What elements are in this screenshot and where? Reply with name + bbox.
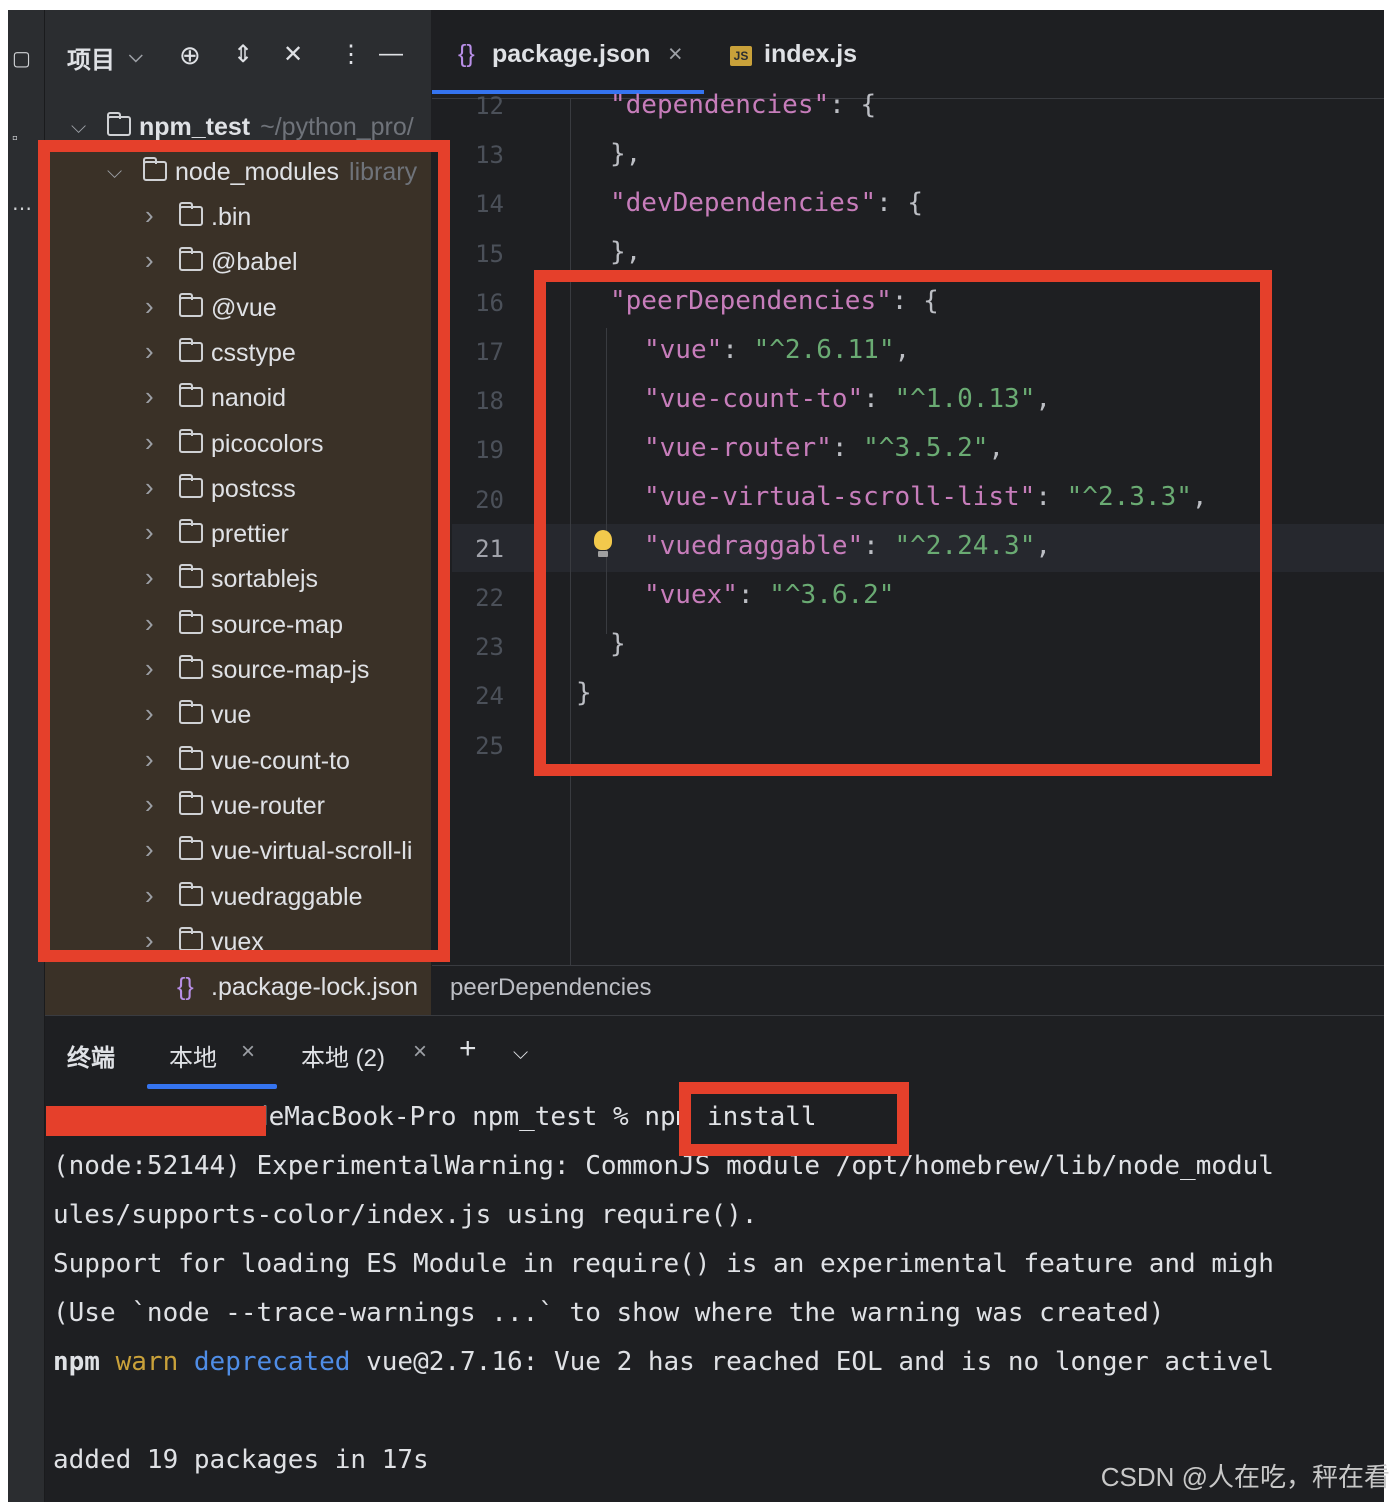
json-file-icon: {} [177,973,194,1001]
terminal-line: (Use `node --trace-warnings ...` to show… [53,1298,1165,1328]
breadcrumb: peerDependencies [432,965,1384,1016]
tab-package-json[interactable]: package.json [492,40,650,69]
line-number: 20 [475,485,504,514]
folder-icon [107,112,131,136]
project-panel-header: 项目 ⌵ ⊕ ⇕ ✕ ⋮ — [45,10,431,98]
chevron-down-icon[interactable]: ⌵ [513,1042,528,1065]
code-line-12[interactable]: "dependencies": { [610,90,876,120]
line-number: 17 [475,338,504,366]
annotation-box [534,270,1272,776]
breadcrumb-item[interactable]: peerDependencies [450,974,651,1002]
terminal-line: (node:52144) ExperimentalWarning: Common… [53,1151,1274,1181]
tree-root-name: npm_test [139,113,251,141]
terminal-line: added 19 packages in 17s [53,1445,429,1475]
terminal-line: npm warn deprecated vue@2.7.16: Vue 2 ha… [53,1347,1275,1377]
project-tool-icon[interactable]: ▢ [12,46,31,71]
code-line-13[interactable]: }, [610,139,641,169]
add-tab-icon[interactable]: + [459,1032,477,1066]
line-number: 16 [475,288,504,317]
json-file-icon: {} [458,40,475,68]
options-icon[interactable]: ⋮ [339,40,363,69]
tab-local[interactable]: 本地 [169,1038,217,1073]
locate-icon[interactable]: ⊕ [179,40,201,71]
terminal-line: ules/supports-color/index.js using requi… [53,1200,758,1230]
annotation-box [38,140,450,962]
structure-tool-icon[interactable]: ▫ [12,130,18,148]
lock-file-name: .package-lock.json [211,973,419,1001]
more-tools-icon[interactable]: ⋯ [12,196,32,221]
collapse-all-icon[interactable]: ✕ [283,40,303,69]
code-line-15[interactable]: }, [610,237,641,267]
js-file-icon: JS [730,46,752,66]
terminal-line: Support for loading ES Module in require… [53,1249,1274,1279]
line-number: 12 [475,92,504,120]
close-icon[interactable]: × [668,40,683,69]
terminal-title: 终端 [67,1045,115,1072]
line-number: 25 [475,731,504,760]
tree-row-lock-file[interactable]: {} .package-lock.json [45,968,431,1013]
chevron-down-icon[interactable]: ⌵ [129,46,143,67]
line-number: 13 [475,141,504,170]
expand-all-icon[interactable]: ⇕ [233,40,253,69]
line-number: 23 [475,633,504,662]
chevron-down-icon[interactable]: ⌵ [71,116,86,139]
close-icon[interactable]: × [241,1038,255,1066]
tab-index-js[interactable]: index.js [764,40,857,69]
line-number: 18 [475,387,504,416]
line-number: 22 [475,584,504,612]
close-icon[interactable]: × [413,1038,427,1066]
tab-local-2[interactable]: 本地 (2) [301,1038,385,1073]
editor-tabs: {} package.json × JS index.js [432,10,1384,99]
tree-root-path: ~/python_pro/ [260,113,414,141]
line-number: 14 [475,190,504,219]
line-number: 21 [475,534,504,563]
project-title[interactable]: 项目 [67,40,115,75]
redaction-bar [46,1106,266,1136]
code-line-14[interactable]: "devDependencies": { [610,188,923,218]
annotation-box [679,1082,909,1156]
line-number: 24 [475,682,504,711]
terminal-tabs: 终端 本地 × 本地 (2) × + ⌵ [45,1016,1384,1090]
active-tab-indicator [147,1084,277,1089]
line-number: 15 [475,239,504,268]
line-number: 19 [475,436,504,465]
watermark: CSDN @人在吃，秤在看 [1100,1462,1390,1492]
hide-panel-icon[interactable]: — [379,40,403,68]
